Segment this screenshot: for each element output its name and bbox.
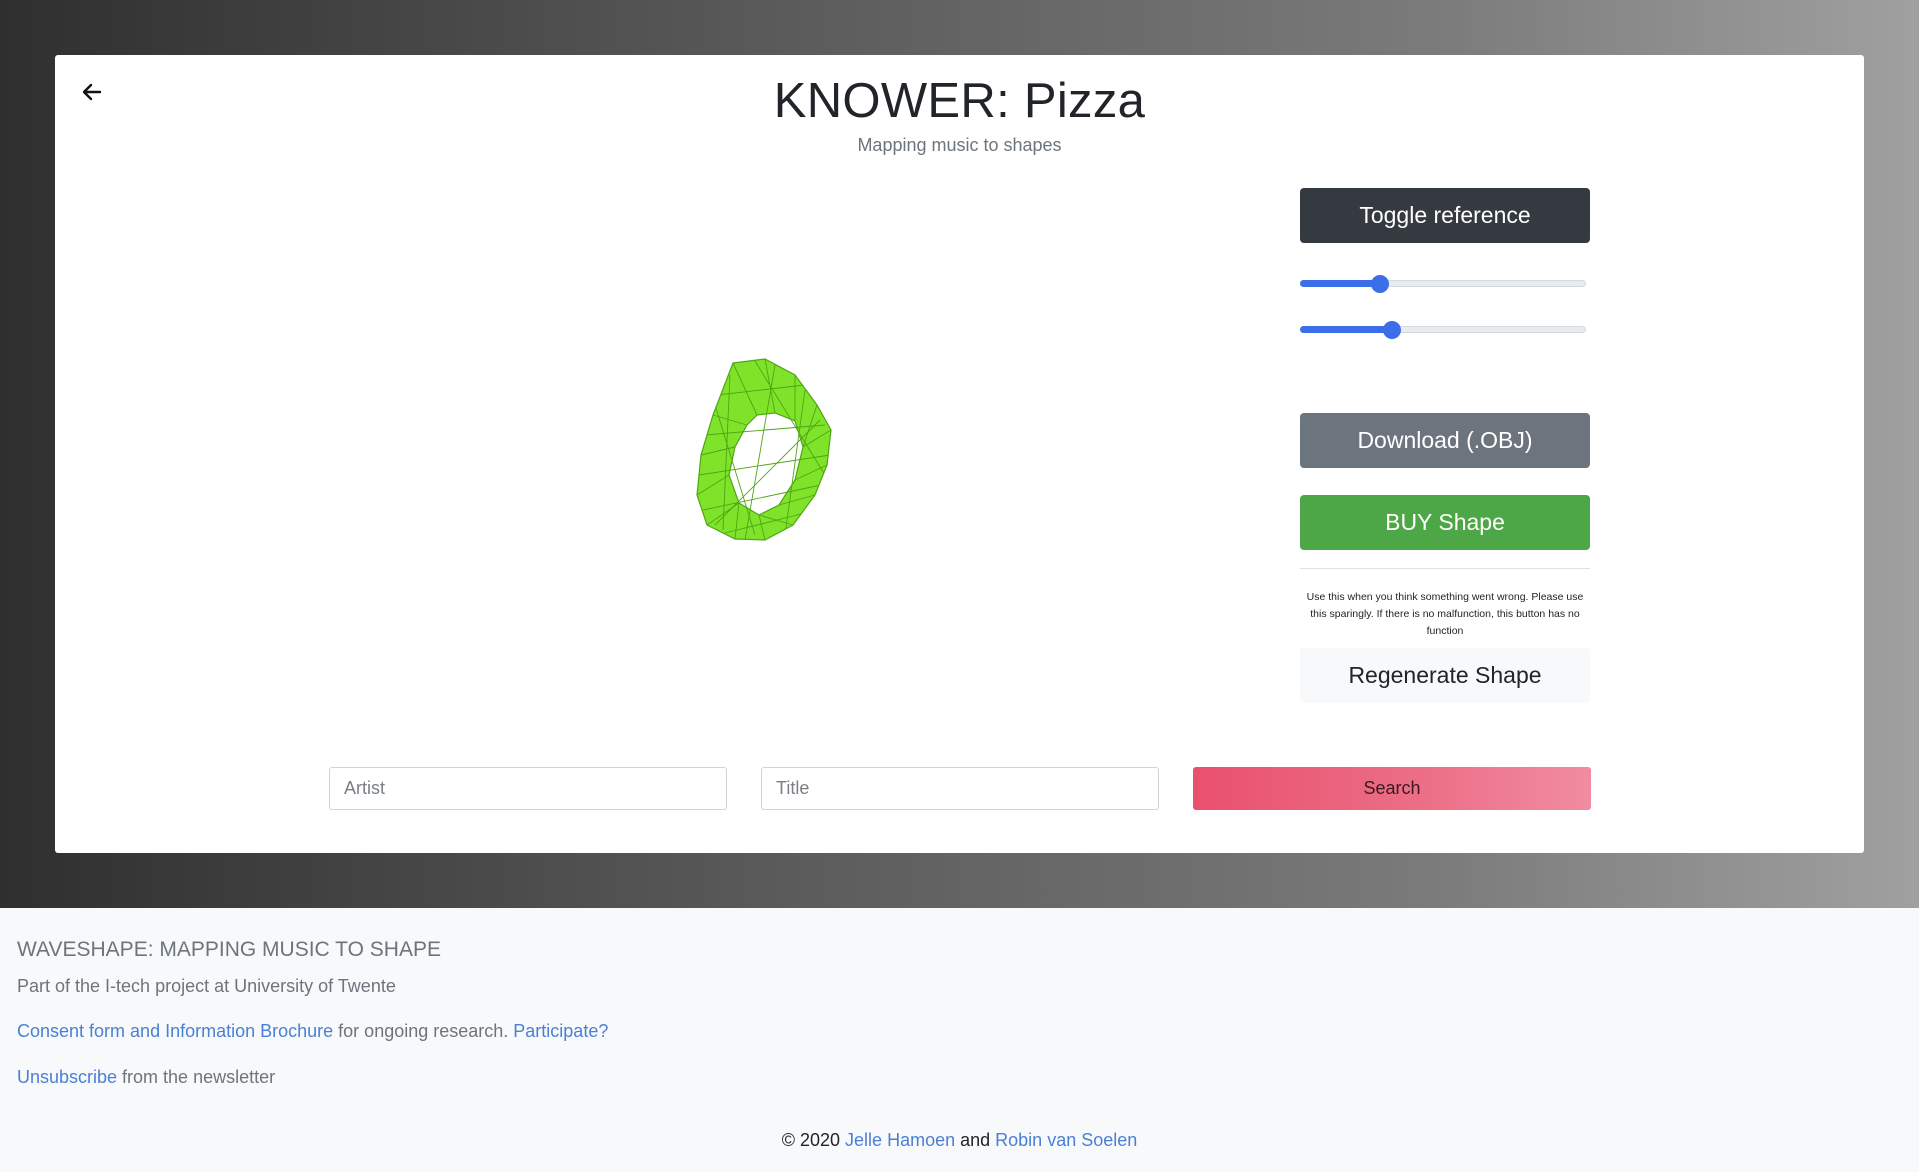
slider-1-thumb[interactable] (1371, 275, 1389, 293)
unsubscribe-text: from the newsletter (117, 1067, 276, 1087)
artist-input[interactable] (329, 767, 727, 810)
slider-2-thumb[interactable] (1383, 321, 1401, 339)
copyright: © 2020 Jelle Hamoen and Robin van Soelen (0, 1130, 1919, 1151)
main-card: KNOWER: Pizza Mapping music to shapes To… (55, 55, 1864, 853)
title-input[interactable] (761, 767, 1159, 810)
slider-1-fill (1300, 280, 1380, 287)
consent-link[interactable]: Consent form and Information Brochure (17, 1021, 333, 1041)
slider-2[interactable] (1300, 318, 1590, 342)
footer-heading: WAVESHAPE: MAPPING MUSIC TO SHAPE (17, 938, 441, 961)
footer-project-line: Part of the I-tech project at University… (17, 976, 396, 996)
copyright-and: and (955, 1130, 996, 1150)
controls-panel: Toggle reference Download (.OBJ) BUY Sha… (1300, 188, 1590, 703)
regenerate-shape-button[interactable]: Regenerate Shape (1300, 648, 1590, 703)
unsubscribe-link[interactable]: Unsubscribe (17, 1067, 117, 1087)
hero-background: KNOWER: Pizza Mapping music to shapes To… (0, 0, 1919, 908)
download-obj-button[interactable]: Download (.OBJ) (1300, 413, 1590, 468)
buy-shape-button[interactable]: BUY Shape (1300, 495, 1590, 550)
footer-consent-line: Consent form and Information Brochure fo… (17, 1021, 608, 1042)
participate-link[interactable]: Participate? (513, 1021, 608, 1041)
shape-viewer[interactable] (655, 335, 975, 655)
search-bar: Search (329, 767, 1591, 812)
copyright-prefix: © 2020 (781, 1130, 846, 1150)
search-button[interactable]: Search (1193, 767, 1591, 810)
author-link-2[interactable]: Robin van Soelen (995, 1130, 1137, 1150)
toggle-reference-button[interactable]: Toggle reference (1300, 188, 1590, 243)
page-subtitle: Mapping music to shapes (857, 135, 1062, 155)
regenerate-note: Use this when you think something went w… (1306, 591, 1584, 637)
slider-1[interactable] (1300, 272, 1590, 296)
footer-unsubscribe-line: Unsubscribe from the newsletter (17, 1067, 275, 1088)
consent-text: for ongoing research. (333, 1021, 514, 1041)
slider-2-fill (1300, 326, 1392, 333)
shape-model (696, 358, 832, 541)
page-title: KNOWER: Pizza (773, 74, 1146, 128)
author-link-1[interactable]: Jelle Hamoen (845, 1130, 955, 1150)
